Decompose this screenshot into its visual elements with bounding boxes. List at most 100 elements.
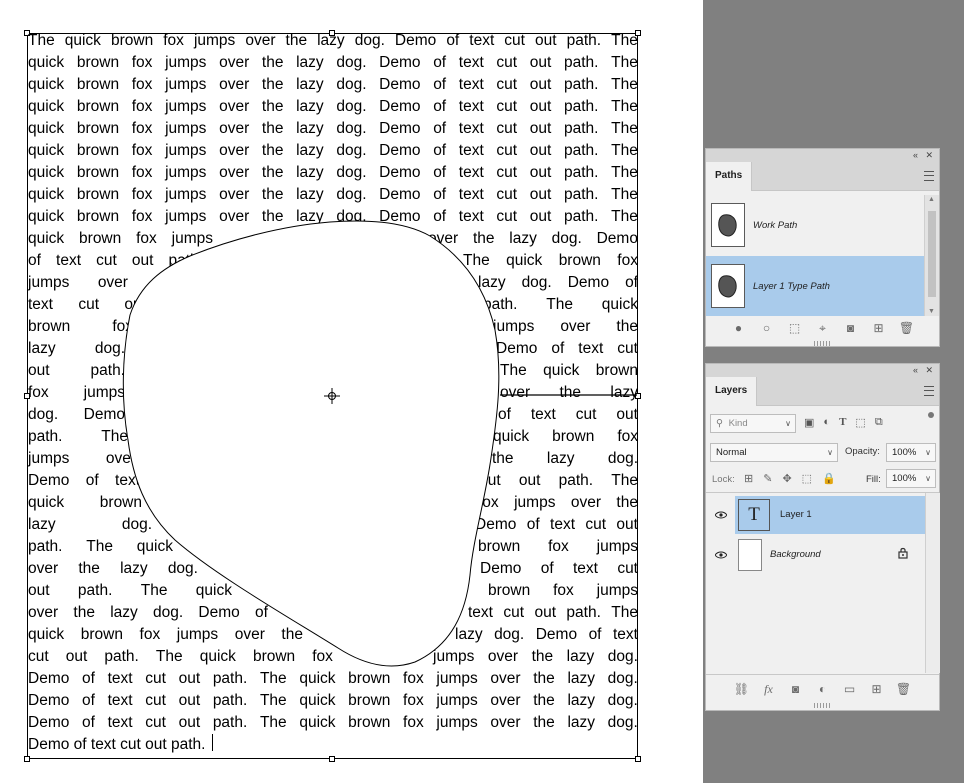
new-layer-icon[interactable]: ⊞ <box>870 682 884 696</box>
word: out <box>616 406 638 423</box>
word: lazy <box>110 604 138 621</box>
visibility-eye-icon[interactable] <box>714 550 728 560</box>
delete-layer-icon[interactable]: 🗑 <box>896 682 911 696</box>
document-canvas[interactable]: The quick brown fox jumps over the lazy dog. Demo… <box>0 0 703 783</box>
add-mask-icon[interactable]: ◙ <box>789 682 803 696</box>
link-layers-icon[interactable]: ⛓ <box>734 682 749 696</box>
paths-scrollbar[interactable]: ▲ ▼ <box>924 195 939 316</box>
lock-transparent-icon[interactable]: ⊞ <box>744 472 753 485</box>
layers-scrollbar[interactable] <box>925 493 940 673</box>
fill-field[interactable]: 100% ∨ <box>886 469 936 488</box>
word: The <box>611 604 638 621</box>
new-path-icon[interactable]: ⊞ <box>872 321 886 335</box>
artboard-lock-icon[interactable]: ⬚ <box>802 472 812 485</box>
panel-titlebar[interactable]: « ✕ <box>706 149 939 162</box>
word: over <box>234 626 265 643</box>
word: dog. <box>28 406 59 423</box>
word: dog. <box>607 450 638 467</box>
word: path. <box>212 670 248 687</box>
word: fox <box>131 98 153 115</box>
panel-titlebar[interactable]: « ✕ <box>706 364 939 377</box>
word: Demo <box>379 164 421 181</box>
opacity-field[interactable]: 100% ∨ <box>886 443 936 462</box>
resize-grip[interactable] <box>813 341 832 346</box>
word: text <box>107 670 133 687</box>
resize-grip[interactable] <box>813 703 832 708</box>
word: cut <box>28 648 49 665</box>
adjustment-layer-icon[interactable]: ◐ <box>816 682 830 696</box>
lock-brush-icon[interactable]: ✎ <box>763 472 772 485</box>
panel-menu-icon[interactable] <box>924 386 934 396</box>
close-icon[interactable]: ✕ <box>925 365 933 376</box>
path-item-work-path[interactable]: Work Path <box>706 195 924 255</box>
layer-row-layer-1[interactable]: T Layer 1 <box>706 496 939 534</box>
folder-icon[interactable]: ▭ <box>843 682 857 696</box>
word: brown <box>348 714 391 731</box>
delete-path-icon[interactable]: 🗑 <box>899 321 914 335</box>
word: dog. <box>494 626 525 643</box>
word: brown <box>76 120 120 137</box>
word: dog. <box>607 648 638 665</box>
word: Demo <box>379 186 421 203</box>
visibility-eye-icon[interactable] <box>714 510 728 520</box>
word: Demo <box>28 714 70 731</box>
blend-mode-select[interactable]: Normal ∨ <box>710 443 838 462</box>
word: the <box>261 164 284 181</box>
transform-handle[interactable] <box>24 756 30 762</box>
lock-all-icon[interactable]: 🔒 <box>822 472 836 485</box>
text-segment: quick brown fox jumps over the lazy dog. Demo of t… <box>28 184 638 206</box>
type-filter-icon[interactable]: T <box>839 416 846 429</box>
word: dog. <box>336 54 367 71</box>
lock-position-icon[interactable]: ✥ <box>782 472 791 485</box>
shape-filter-icon[interactable]: ⬚ <box>855 416 865 429</box>
tab-layers[interactable]: Layers <box>706 377 758 406</box>
text-segment: over the lazy <box>500 382 638 404</box>
word: The <box>155 648 183 665</box>
word: out <box>529 98 552 115</box>
panel-menu-icon[interactable] <box>924 171 934 181</box>
word: fox <box>617 428 638 445</box>
word: path. <box>563 98 599 115</box>
path-thumbnail <box>711 203 745 247</box>
word: jumps <box>176 626 219 643</box>
path-item-type-path[interactable]: Layer 1 Type Path <box>706 256 924 316</box>
layer-filter-select[interactable]: ⚲ Kind ∨ <box>710 414 796 433</box>
word: path. <box>563 142 599 159</box>
word: path. <box>563 164 599 181</box>
close-icon[interactable]: ✕ <box>925 150 933 161</box>
word: the <box>156 274 178 291</box>
tab-paths[interactable]: Paths <box>706 162 753 191</box>
load-selection-icon[interactable]: ⬚ <box>788 321 802 335</box>
word: over <box>219 76 250 93</box>
scroll-thumb[interactable] <box>928 211 936 297</box>
collapse-icon[interactable]: « <box>913 150 918 161</box>
smart-object-filter-icon[interactable]: ⧉ <box>875 416 883 429</box>
word: of <box>551 340 565 357</box>
transform-handle[interactable] <box>329 756 335 762</box>
fx-icon[interactable]: fx <box>762 682 776 696</box>
text-line: lazy dog. Demo of text cut out <box>28 514 638 536</box>
fill-value: 100% <box>892 473 917 484</box>
layer-row-background[interactable]: Background <box>706 536 939 574</box>
word: cut <box>617 560 638 577</box>
word: the <box>616 494 638 511</box>
adjustment-filter-icon[interactable]: ◐ <box>823 416 830 429</box>
word: over <box>28 560 59 577</box>
word: The <box>611 164 638 181</box>
stroke-path-icon[interactable]: ○ <box>760 321 774 335</box>
text-line: quick brown fox jumps over the <box>28 492 638 514</box>
fill-path-icon[interactable]: ● <box>732 321 746 335</box>
make-work-path-icon[interactable]: ⌖ <box>816 321 830 335</box>
word: brown <box>595 362 638 379</box>
word: the <box>78 560 100 577</box>
pixel-filter-icon[interactable]: ▣ <box>804 416 814 429</box>
filter-toggle-icon[interactable] <box>928 412 934 418</box>
word: of <box>255 604 268 621</box>
text-segment: jumps over the <box>493 316 638 338</box>
transform-handle[interactable] <box>635 756 641 762</box>
word: fox <box>136 230 157 247</box>
word: The <box>611 208 638 225</box>
add-mask-icon[interactable]: ◙ <box>844 321 858 335</box>
text-segment: quick brown fox jumps over the lazy dog. Demo of t… <box>28 52 638 74</box>
collapse-icon[interactable]: « <box>913 365 918 376</box>
